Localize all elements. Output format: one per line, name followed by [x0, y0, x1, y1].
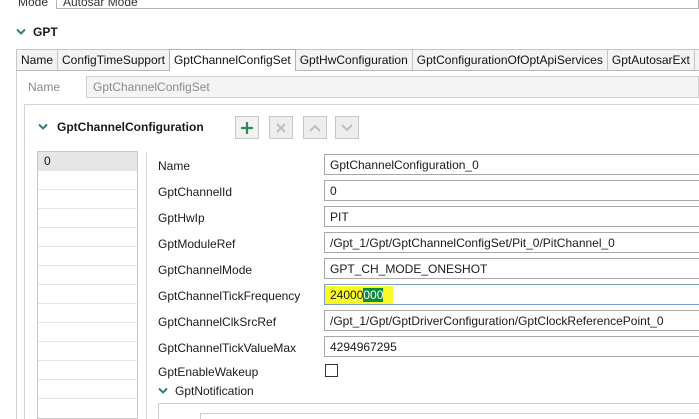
tab-config-time-support[interactable]: ConfigTimeSupport: [57, 49, 170, 70]
chevron-up-icon: [309, 124, 321, 132]
prop-label-enable-wakeup: GptEnableWakeup: [158, 365, 259, 379]
list-item-empty: [38, 247, 137, 266]
channel-mode-field[interactable]: GPT_CH_MODE_ONESHOT: [324, 258, 699, 279]
tick-frequency-selected-text: 000: [363, 288, 384, 302]
add-button[interactable]: [235, 116, 259, 139]
delete-button[interactable]: [269, 116, 293, 139]
gpt-section-header[interactable]: GPT: [16, 25, 58, 39]
list-item-empty: [38, 323, 137, 342]
prop-label-channel-mode: GptChannelMode: [158, 263, 253, 277]
x-icon: [275, 122, 287, 134]
prop-label-module-ref: GptModuleRef: [158, 237, 236, 251]
notification-title: GptNotification: [175, 384, 254, 398]
chevron-down-icon[interactable]: [38, 123, 48, 132]
name-label: Name: [28, 80, 61, 94]
clk-src-ref-field[interactable]: /Gpt_1/Gpt/GptDriverConfiguration/GptClo…: [324, 310, 699, 331]
channel-configuration-title: GptChannelConfiguration: [57, 120, 204, 134]
tick-frequency-value-part: 24000: [330, 288, 364, 302]
prop-label-hw-ip: GptHwIp: [158, 211, 205, 225]
tab-gpt-channel-config-set[interactable]: GptChannelConfigSet: [168, 49, 296, 71]
tab-bar: Name ConfigTimeSupport GptChannelConfigS…: [16, 49, 699, 71]
move-up-button[interactable]: [303, 116, 327, 139]
tick-frequency-field[interactable]: 24000000: [324, 284, 699, 305]
chevron-down-icon[interactable]: [158, 387, 168, 396]
list-item-empty: [38, 361, 137, 380]
chevron-down-icon: [341, 123, 353, 132]
list-item[interactable]: 0: [38, 152, 137, 171]
tab-gpt-hw-configuration[interactable]: GptHwConfiguration: [294, 49, 413, 70]
prop-label-tick-frequency: GptChannelTickFrequency: [158, 289, 301, 303]
notification-inner-panel: [200, 413, 699, 419]
mode-field[interactable]: Autosar Mode: [56, 0, 699, 9]
tab-overflow[interactable]: G: [693, 49, 699, 70]
configuration-list: 0: [37, 151, 138, 419]
hw-ip-field[interactable]: PIT: [324, 206, 699, 227]
prop-label-clk-src-ref: GptChannelClkSrcRef: [158, 315, 277, 329]
channel-configuration-header[interactable]: GptChannelConfiguration: [38, 120, 204, 134]
list-item-empty: [38, 266, 137, 285]
move-down-button[interactable]: [335, 116, 359, 139]
list-item-empty: [38, 171, 137, 190]
list-item-empty: [38, 228, 137, 247]
prop-label-channel-id: GptChannelId: [158, 185, 233, 199]
container-name-field: GptChannelConfigSet: [86, 76, 699, 98]
section-title: GPT: [33, 25, 58, 39]
module-ref-field[interactable]: /Gpt_1/Gpt/GptChannelConfigSet/Pit_0/Pit…: [324, 232, 699, 253]
tab-gpt-autosar-ext[interactable]: GptAutosarExt: [606, 49, 695, 70]
plus-icon: [240, 121, 254, 135]
tick-value-max-field[interactable]: 4294967295: [324, 336, 699, 357]
chevron-down-icon[interactable]: [16, 28, 26, 37]
list-item-empty: [38, 285, 137, 304]
prop-label-tick-value-max: GptChannelTickValueMax: [158, 341, 297, 355]
list-item-empty: [38, 209, 137, 228]
notification-header[interactable]: GptNotification: [158, 384, 254, 398]
enable-wakeup-checkbox[interactable]: [325, 364, 338, 377]
tab-gpt-configuration-of-opt-api-services[interactable]: GptConfigurationOfOptApiServices: [411, 49, 608, 70]
mode-label: Mode: [18, 0, 49, 9]
list-item-empty: [38, 304, 137, 323]
list-item-empty: [38, 342, 137, 361]
list-item-empty: [38, 380, 137, 399]
name-field[interactable]: GptChannelConfiguration_0: [324, 154, 699, 175]
channel-id-field[interactable]: 0: [324, 180, 699, 201]
prop-label-name: Name: [158, 159, 191, 173]
tab-name[interactable]: Name: [16, 49, 59, 70]
list-item-empty: [38, 190, 137, 209]
